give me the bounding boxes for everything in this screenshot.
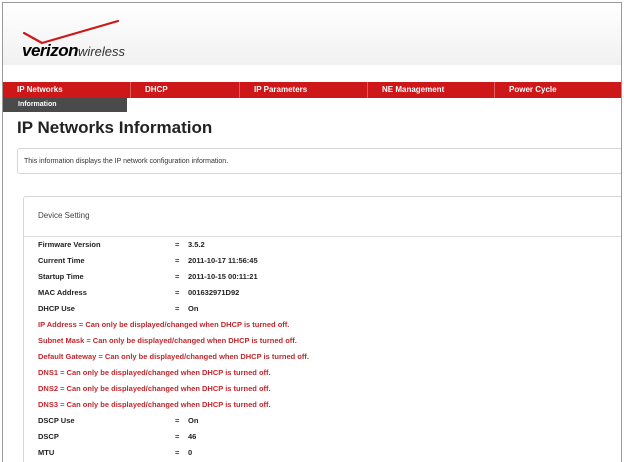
nav-tab-ne-management[interactable]: NE Management <box>368 82 495 98</box>
setting-value: 2011-10-17 11:56:45 <box>188 256 258 265</box>
logo-text-zon: zon <box>50 41 79 60</box>
setting-value: On <box>188 304 199 313</box>
logo-text-veri: veri <box>22 41 51 60</box>
setting-value: 001632971D92 <box>188 288 240 297</box>
warning-dns1: DNS1 = Can only be displayed/changed whe… <box>38 368 271 377</box>
setting-label: DSCP Use <box>38 416 75 425</box>
page-title: IP Networks Information <box>17 118 213 137</box>
warning-dns2: DNS2 = Can only be displayed/changed whe… <box>38 384 271 393</box>
equals-sign: = <box>175 304 180 313</box>
nav-tab-ip-parameters[interactable]: IP Parameters <box>240 82 368 98</box>
sub-nav: Information <box>3 98 127 112</box>
setting-label: Startup Time <box>38 272 84 281</box>
logo-wordmark: verizonwireless <box>22 41 125 61</box>
info-text: This information displays the IP network… <box>24 158 229 165</box>
setting-label: DHCP Use <box>38 304 75 313</box>
setting-label: MTU <box>38 448 55 457</box>
setting-label: Current Time <box>38 256 85 265</box>
equals-sign: = <box>175 240 180 249</box>
device-setting-panel: Device Setting Firmware Version = 3.5.2 … <box>23 196 621 462</box>
setting-value: 3.5.2 <box>188 240 205 249</box>
setting-value: 46 <box>188 432 197 441</box>
nav-tab-dhcp[interactable]: DHCP <box>131 82 240 98</box>
panel-title: Device Setting <box>38 211 90 220</box>
nav-tab-ip-networks[interactable]: IP Networks <box>3 82 131 98</box>
setting-value: 2011-10-15 00:11:21 <box>188 272 258 281</box>
equals-sign: = <box>175 256 180 265</box>
info-box: This information displays the IP network… <box>17 148 621 174</box>
equals-sign: = <box>175 448 180 457</box>
warning-ip-address: IP Address = Can only be displayed/chang… <box>38 320 290 329</box>
equals-sign: = <box>175 416 180 425</box>
warning-dns3: DNS3 = Can only be displayed/changed whe… <box>38 400 271 409</box>
subnav-tab-information[interactable]: Information <box>3 98 127 112</box>
equals-sign: = <box>175 272 180 281</box>
verizon-wireless-logo: verizonwireless <box>22 19 162 63</box>
app-window: verizonwireless IP Networks DHCP IP Para… <box>2 2 622 462</box>
setting-value: 0 <box>188 448 193 457</box>
warning-subnet-mask: Subnet Mask = Can only be displayed/chan… <box>38 336 297 345</box>
setting-value: On <box>188 416 199 425</box>
equals-sign: = <box>175 432 180 441</box>
equals-sign: = <box>175 288 180 297</box>
setting-label: Firmware Version <box>38 240 101 249</box>
panel-header: Device Setting <box>24 197 621 237</box>
nav-tab-power-cycle[interactable]: Power Cycle <box>495 82 621 98</box>
header: verizonwireless <box>3 3 621 65</box>
main-nav: IP Networks DHCP IP Parameters NE Manage… <box>3 82 621 98</box>
warning-default-gateway: Default Gateway = Can only be displayed/… <box>38 352 309 361</box>
setting-label: MAC Address <box>38 288 87 297</box>
setting-label: DSCP <box>38 432 59 441</box>
logo-text-wireless: wireless <box>78 44 125 59</box>
